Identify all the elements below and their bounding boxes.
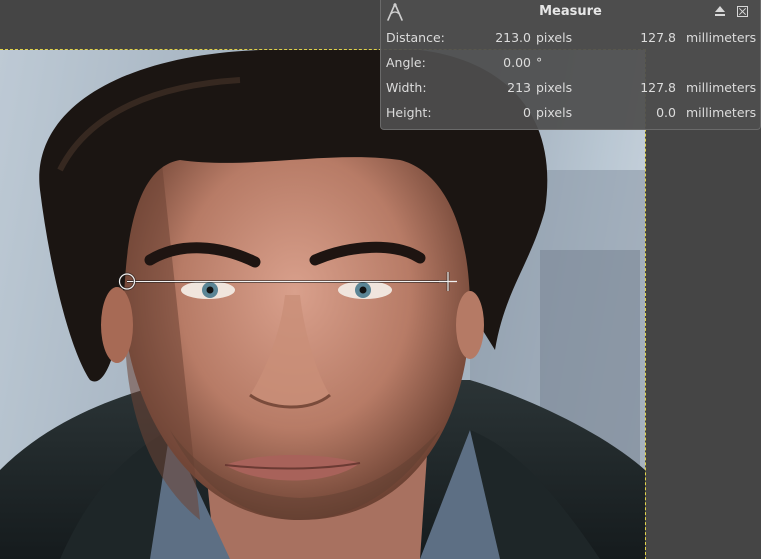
width-pixels-unit: pixels <box>536 80 573 95</box>
close-button[interactable] <box>734 3 750 19</box>
panel-title: Measure <box>539 4 602 19</box>
width-label: Width: <box>386 80 427 95</box>
height-label: Height: <box>386 105 432 120</box>
detach-button[interactable] <box>712 3 728 19</box>
angle-unit: ° <box>536 55 543 70</box>
distance-row: Distance: 213.0 pixels 127.8 millimeters <box>381 25 760 50</box>
measure-readout: Distance: 213.0 pixels 127.8 millimeters… <box>381 25 760 125</box>
detach-icon <box>715 6 725 16</box>
angle-value: 0.00 <box>503 55 531 70</box>
angle-row: Angle: 0.00 ° <box>381 50 760 75</box>
close-icon <box>736 5 748 17</box>
height-pixels-value: 0 <box>523 105 531 120</box>
width-mm-value: 127.8 <box>640 80 676 95</box>
height-mm-value: 0.0 <box>656 105 676 120</box>
measure-start-handle[interactable] <box>118 272 136 291</box>
distance-pixels-unit: pixels <box>536 30 573 45</box>
height-pixels-unit: pixels <box>536 105 573 120</box>
distance-pixels-value: 213.0 <box>495 30 531 45</box>
measure-panel[interactable]: Measure Distance: 213.0 pixels 127.8 mil… <box>380 0 761 130</box>
distance-label: Distance: <box>386 30 445 45</box>
panel-header[interactable]: Measure <box>381 0 760 24</box>
width-pixels-value: 213 <box>507 80 531 95</box>
height-row: Height: 0 pixels 0.0 millimeters <box>381 100 760 125</box>
height-mm-unit: millimeters <box>686 105 757 120</box>
distance-mm-value: 127.8 <box>640 30 676 45</box>
width-row: Width: 213 pixels 127.8 millimeters <box>381 75 760 100</box>
angle-label: Angle: <box>386 55 426 70</box>
width-mm-unit: millimeters <box>686 80 757 95</box>
distance-mm-unit: millimeters <box>686 30 757 45</box>
